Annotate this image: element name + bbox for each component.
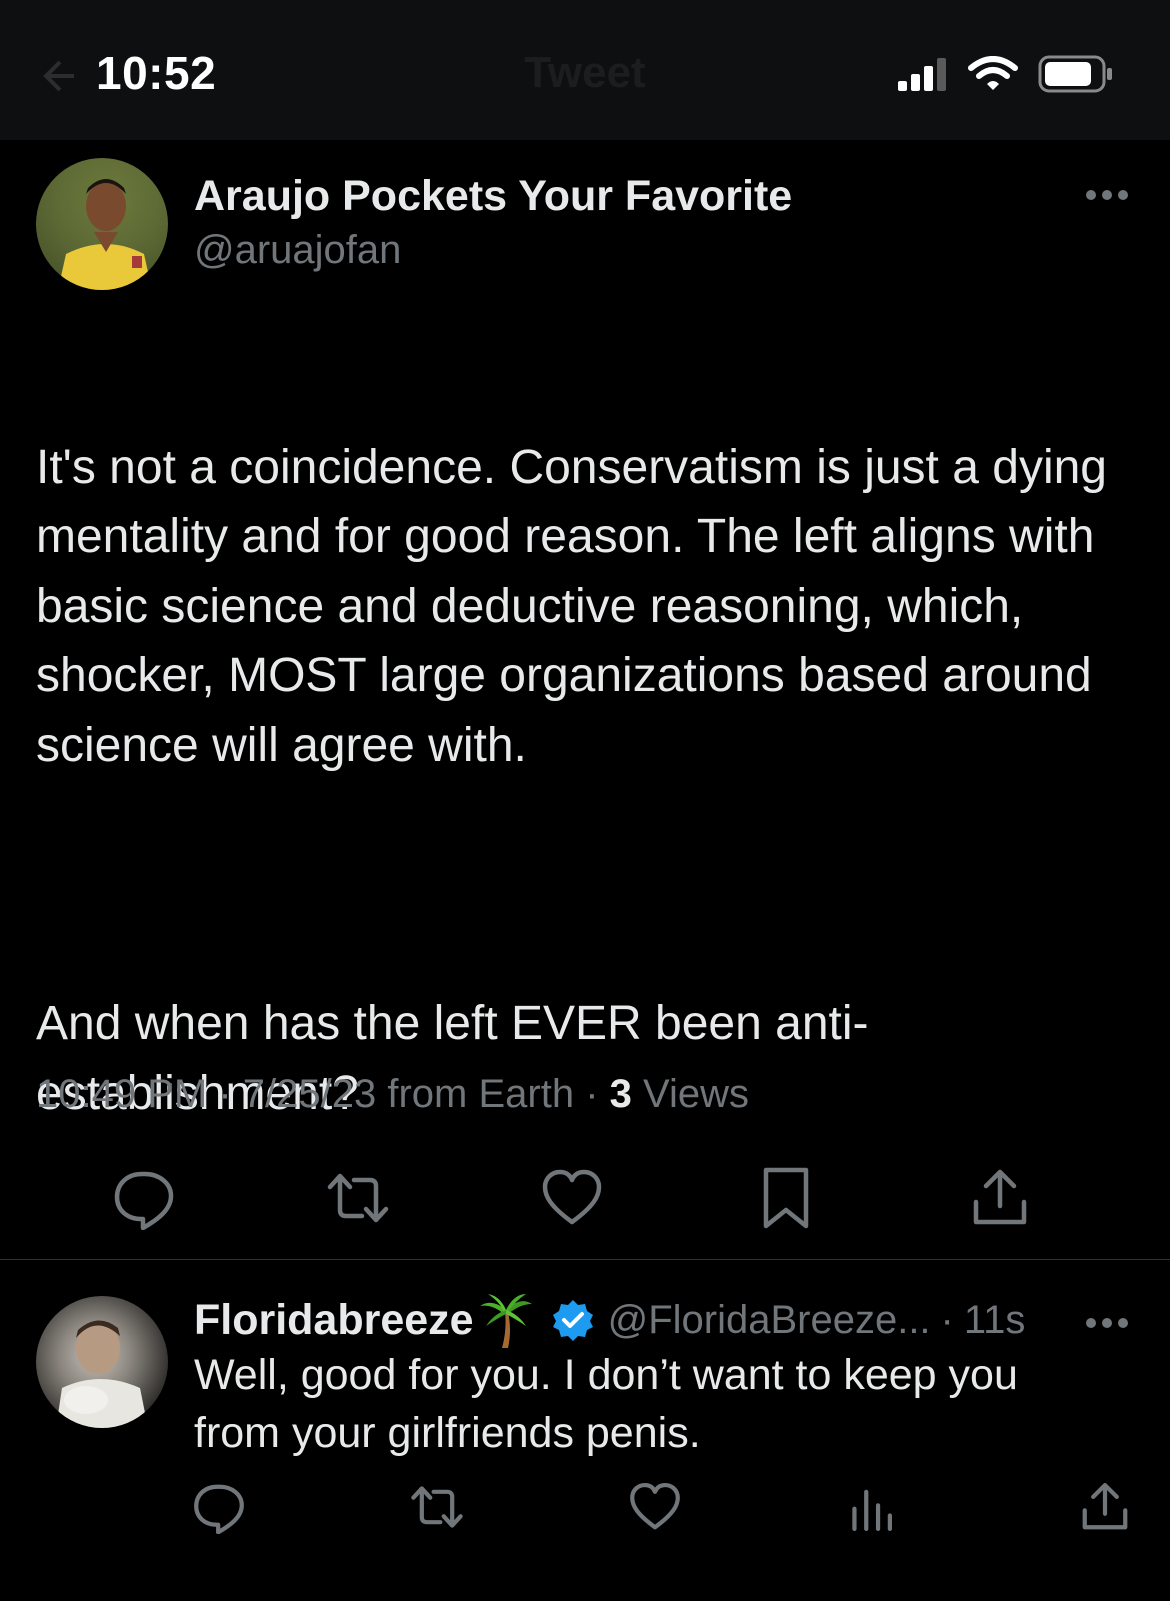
reply-icon[interactable] <box>192 1480 246 1534</box>
wifi-icon <box>968 56 1018 90</box>
tweet-source: from Earth <box>387 1072 575 1116</box>
author-avatar[interactable] <box>36 158 168 290</box>
author-handle[interactable]: @aruajofan <box>194 228 401 273</box>
cellular-signal-icon <box>898 58 946 91</box>
retweet-icon[interactable] <box>410 1480 464 1534</box>
reply-avatar[interactable] <box>36 1296 168 1428</box>
tweet-paragraph: It's not a coincidence. Conservatism is … <box>36 440 1107 772</box>
avatar-image <box>58 179 152 290</box>
meta-separator: · <box>218 1072 243 1116</box>
share-icon[interactable] <box>968 1166 1032 1230</box>
reply-icon[interactable] <box>112 1166 176 1230</box>
status-time: 10:52 <box>96 47 217 99</box>
tweet-actions <box>0 1166 1170 1236</box>
more-options-icon[interactable] <box>1084 1316 1130 1330</box>
top-bar: Tweet 10:52 <box>0 0 1170 140</box>
author-name[interactable]: Araujo Pockets Your Favorite <box>194 172 792 221</box>
like-icon[interactable] <box>540 1166 604 1230</box>
tweet-time: 10:49 PM <box>36 1072 208 1116</box>
battery-icon <box>1038 55 1112 93</box>
tweet-meta: 10:49 PM · 7/25/23 from Earth · 3 Views <box>36 1072 749 1117</box>
avatar-image <box>56 1320 148 1428</box>
status-icons <box>898 54 1114 94</box>
more-options-icon[interactable] <box>1084 188 1130 202</box>
verified-badge-icon <box>552 1300 593 1341</box>
views-label[interactable]: Views <box>643 1072 749 1116</box>
divider <box>0 1259 1170 1260</box>
meta-separator: · <box>585 1072 610 1116</box>
reply-author-name[interactable]: Floridabreeze <box>194 1296 474 1345</box>
meta-separator: · <box>940 1297 954 1342</box>
reply-author-handle[interactable]: @FloridaBreeze... <box>608 1298 931 1343</box>
reply-actions <box>0 1480 1170 1540</box>
reply-header: Floridabreeze @FloridaBreeze... · 11s <box>194 1292 1025 1348</box>
tweet-date: 7/25/23 <box>242 1072 377 1116</box>
like-icon[interactable] <box>628 1480 682 1534</box>
palm-tree-icon <box>479 1294 532 1348</box>
bookmark-icon[interactable] <box>754 1166 818 1230</box>
views-count[interactable]: 3 <box>610 1072 632 1116</box>
share-icon[interactable] <box>1078 1480 1132 1534</box>
analytics-icon[interactable] <box>846 1480 900 1534</box>
reply-time: 11s <box>963 1297 1026 1342</box>
retweet-icon[interactable] <box>326 1166 390 1230</box>
reply-text: Well, good for you. I don’t want to keep… <box>194 1351 1018 1457</box>
